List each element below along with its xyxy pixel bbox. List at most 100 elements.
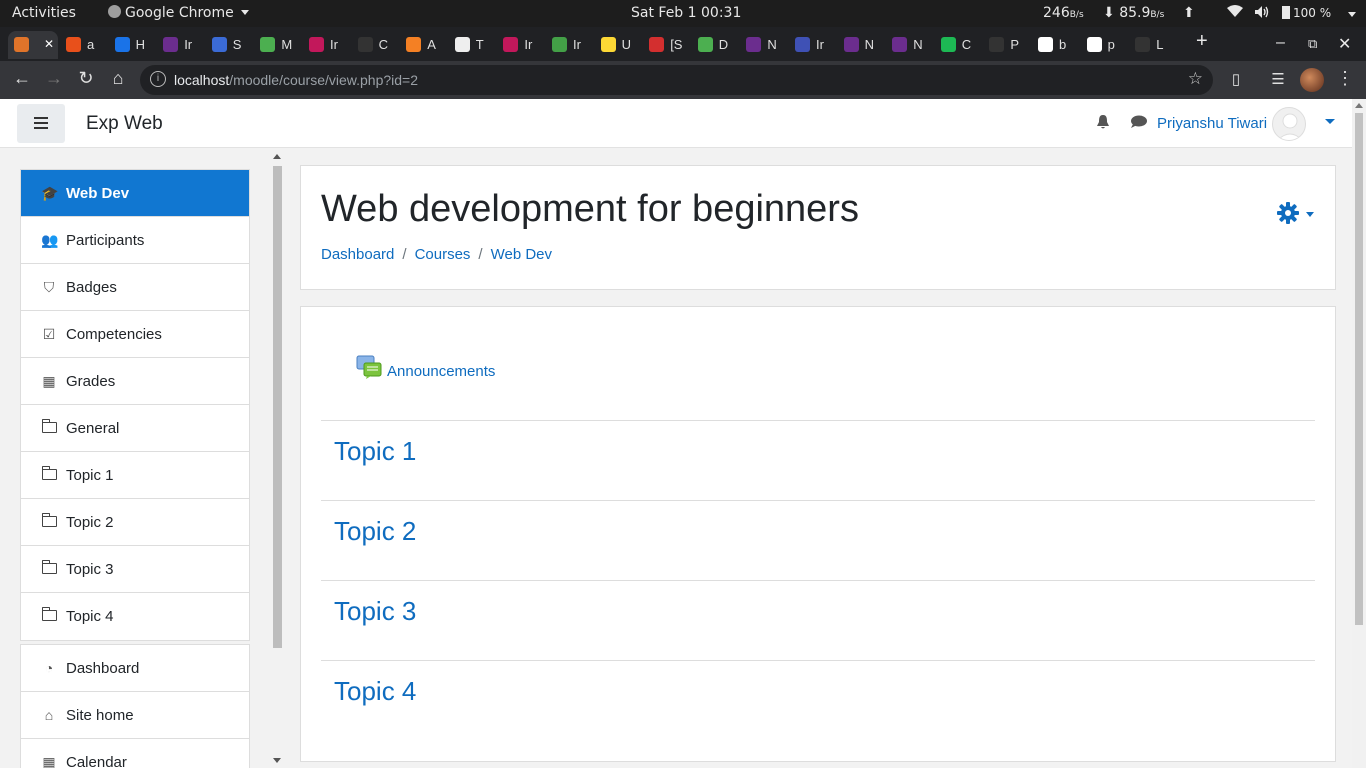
nav-item-dashboard[interactable]: ◔ Dashboard [21,645,249,692]
user-name[interactable]: Priyanshu Tiwari [1157,115,1267,132]
user-avatar[interactable] [1272,107,1306,141]
scroll-up-arrow-icon[interactable] [273,154,281,159]
nav-item-site-home[interactable]: ⌂ Site home [21,692,249,739]
close-window-button[interactable]: ✕ [1338,34,1351,54]
browser-tab[interactable]: C [935,31,983,59]
minimize-window-button[interactable]: – [1276,34,1285,52]
user-menu-caret-icon[interactable] [1325,119,1335,124]
tab-favicon-icon [454,37,470,52]
activities-button[interactable]: Activities [12,5,76,21]
chrome-menu-icon[interactable]: ⋮ [1333,68,1357,89]
chrome-tab-strip: Lp b P C N N Ir N D [S U Ir Ir T A C Ir M S Ir Ha In✕ + – ⧉ ✕ [0,27,1366,61]
forum-icon [356,355,382,379]
breadcrumb-separator: / [478,246,483,263]
wifi-icon[interactable] [1227,5,1243,22]
media-control-icon[interactable]: ☰ [1266,70,1290,88]
drawer-toggle-button[interactable] [17,104,65,143]
scroll-up-arrow-icon[interactable] [1355,103,1363,108]
page-scrollbar[interactable] [1352,99,1366,768]
browser-tab[interactable]: U [595,31,643,59]
browser-tab[interactable]: Ir [157,31,205,59]
breadcrumb-dashboard[interactable]: Dashboard [321,246,394,263]
browser-tab[interactable]: C [352,31,400,59]
nav-item-general[interactable]: General [21,405,249,452]
browser-tab[interactable]: Ir [546,31,594,59]
browser-tab[interactable]: Ir [303,31,351,59]
address-bar[interactable]: i localhost/moodle/course/view.php?id=2 … [140,65,1213,95]
nav-item-label: Web Dev [66,185,130,202]
browser-tab[interactable]: b [1032,31,1080,59]
nav-item-topic-2[interactable]: Topic 2 [21,499,249,546]
browser-tab[interactable]: [S [643,31,691,59]
nav-item-grades[interactable]: ▦ Grades [21,358,249,405]
browser-tab[interactable]: Ir [497,31,545,59]
nav-item-topic-4[interactable]: Topic 4 [21,593,249,640]
bookmark-star-icon[interactable]: ☆ [1188,69,1203,89]
browser-tab[interactable]: In✕ [8,31,58,59]
breadcrumb-courses[interactable]: Courses [415,246,471,263]
close-tab-icon[interactable]: ✕ [44,37,54,51]
browser-tab[interactable]: D [692,31,740,59]
scroll-down-arrow-icon[interactable] [273,758,281,763]
app-menu[interactable]: Google Chrome [108,5,250,21]
gear-icon[interactable] [1277,202,1299,224]
browser-tab[interactable]: N [740,31,788,59]
extension-icon[interactable]: ▯ [1224,70,1248,88]
nav-item-badges[interactable]: ⛉ Badges [21,264,249,311]
messages-chat-icon[interactable] [1130,115,1148,129]
nav-item-web-dev[interactable]: 🎓 Web Dev [21,170,249,217]
chrome-profile-avatar[interactable] [1300,68,1324,92]
nav-item-calendar[interactable]: ▦ Calendar [21,739,249,768]
browser-tab[interactable]: N [886,31,934,59]
browser-tab[interactable]: A [400,31,448,59]
battery-icon[interactable]: 100 % [1282,5,1331,21]
breadcrumb-separator: / [402,246,407,263]
topic-title[interactable]: Topic 1 [334,436,416,467]
announcements-link[interactable]: Announcements [387,363,495,380]
browser-tab[interactable]: a [60,31,108,59]
browser-tab[interactable]: P [983,31,1031,59]
forward-button[interactable]: → [42,68,66,89]
topic-title[interactable]: Topic 2 [334,516,416,547]
site-nav: ◔ Dashboard ⌂ Site home ▦ Calendar [20,644,250,768]
nav-item-participants[interactable]: 👥 Participants [21,217,249,264]
nav-item-topic-3[interactable]: Topic 3 [21,546,249,593]
folder-icon [41,607,57,621]
nav-item-competencies[interactable]: ☑ Competencies [21,311,249,358]
breadcrumb-web-dev[interactable]: Web Dev [491,246,552,263]
topic-title[interactable]: Topic 3 [334,596,416,627]
browser-tab[interactable]: H [109,31,157,59]
upload-arrow-icon: ⬆ [1183,5,1195,21]
site-name[interactable]: Exp Web [86,113,163,135]
tab-title: p [1107,37,1115,52]
tab-favicon-icon [309,37,324,52]
browser-tab[interactable]: T [449,31,497,59]
drawer-scrollbar-thumb[interactable] [273,166,282,648]
topic-title[interactable]: Topic 4 [334,676,416,707]
back-button[interactable]: ← [10,68,34,89]
nav-item-topic-1[interactable]: Topic 1 [21,452,249,499]
scrollbar-thumb[interactable] [1355,113,1363,625]
tab-favicon-icon [211,37,227,52]
maximize-window-button[interactable]: ⧉ [1308,36,1317,52]
browser-tab[interactable]: p [1081,31,1129,59]
new-tab-button[interactable]: + [1196,30,1208,53]
clock[interactable]: Sat Feb 1 00:31 [631,5,741,21]
site-info-icon[interactable]: i [150,71,166,87]
home-button[interactable]: ⌂ [106,68,130,89]
browser-tab[interactable]: L [1129,31,1177,59]
settings-caret-icon[interactable] [1306,212,1314,217]
browser-tab[interactable]: Ir [789,31,837,59]
notifications-bell-icon[interactable] [1096,114,1110,130]
tachometer-icon: ◔ [44,660,54,676]
browser-tab[interactable]: S [206,31,254,59]
browser-tab[interactable]: M [254,31,302,59]
drawer-scrollbar[interactable] [271,152,284,768]
breadcrumb: Dashboard / Courses / Web Dev [321,246,552,263]
url-text[interactable]: localhost/moodle/course/view.php?id=2 [174,72,418,88]
reload-button[interactable]: ↻ [74,68,98,89]
system-menu-caret-icon[interactable] [1348,5,1356,21]
volume-icon[interactable] [1254,5,1270,23]
tab-title: N [864,37,874,52]
browser-tab[interactable]: N [838,31,886,59]
